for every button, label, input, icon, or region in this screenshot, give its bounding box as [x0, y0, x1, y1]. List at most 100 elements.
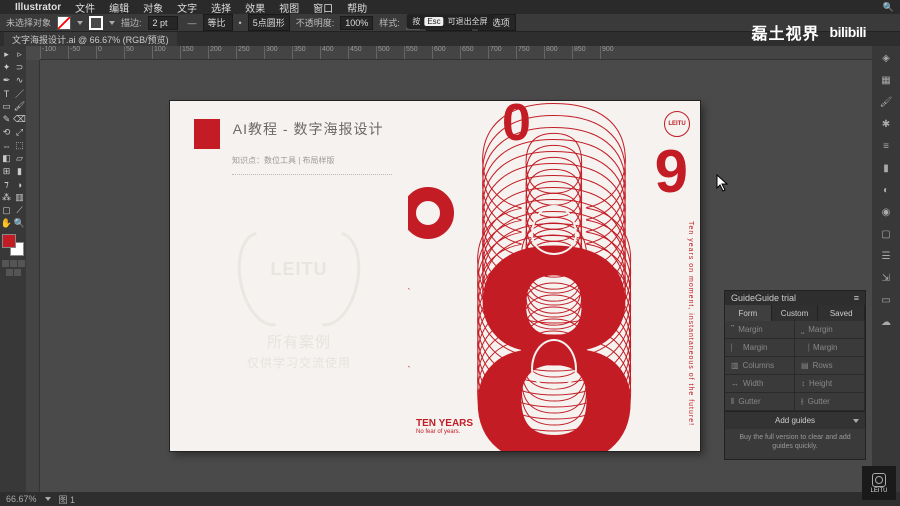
graphic-styles-panel-icon[interactable]: ▢	[878, 226, 894, 242]
height-field[interactable]: ↕Height	[795, 375, 865, 393]
add-guides-button[interactable]: Add guides	[725, 411, 865, 429]
stroke-panel-icon[interactable]: ≡	[878, 138, 894, 154]
margin-right-field[interactable]: ⎹Margin	[795, 339, 865, 357]
eyedropper-tool[interactable]: ⁊	[0, 178, 13, 191]
blend-tool[interactable]: ◑	[13, 178, 26, 191]
rotate-tool[interactable]: ⟲	[0, 126, 13, 139]
artboard-tool[interactable]: ▢	[0, 204, 13, 217]
magic-wand-tool[interactable]: ✦	[0, 61, 13, 74]
symbols-panel-icon[interactable]: ✱	[878, 116, 894, 132]
selection-tool[interactable]: ▸	[0, 48, 13, 61]
graph-tool[interactable]: ▥	[13, 191, 26, 204]
color-panel-icon[interactable]: ◈	[878, 50, 894, 66]
curvature-tool[interactable]: ∿	[13, 74, 26, 87]
ruler-mark: 150	[180, 46, 208, 59]
vertical-ruler[interactable]	[26, 60, 40, 492]
width-field[interactable]: ↔Width	[725, 375, 795, 393]
appearance-panel-icon[interactable]: ◉	[878, 204, 894, 220]
fill-well[interactable]	[2, 234, 16, 248]
columns-field[interactable]: ▥Columns	[725, 357, 795, 375]
horizontal-ruler[interactable]: -100 -50 0 50 100 150 200 250 300 350 40…	[40, 46, 872, 60]
swatches-panel-icon[interactable]: ▦	[878, 72, 894, 88]
panel-header[interactable]: GuideGuide trial ≡	[725, 291, 865, 305]
gutter-h-field[interactable]: ⫴Gutter	[725, 393, 795, 411]
no-selection-label: 未选择对象	[6, 16, 51, 29]
zoom-level[interactable]: 66.67%	[6, 494, 37, 504]
paintbrush-tool[interactable]: 🖌	[13, 100, 26, 113]
stroke-weight-field[interactable]: 2 pt	[148, 16, 178, 30]
opacity-field[interactable]: 100%	[340, 16, 373, 30]
menu-file[interactable]: 文件	[70, 0, 100, 15]
tab-custom[interactable]: Custom	[772, 305, 819, 321]
menu-window[interactable]: 窗口	[308, 0, 338, 15]
gradient-tool[interactable]: ▮	[13, 165, 26, 178]
brush-profile-field[interactable]: 5点圆形	[248, 14, 290, 31]
menu-help[interactable]: 帮助	[342, 0, 372, 15]
margin-left-field[interactable]: ⎸Margin	[725, 339, 795, 357]
menu-type[interactable]: 文字	[172, 0, 202, 15]
type-tool[interactable]: T	[0, 87, 13, 100]
artboards-panel-icon[interactable]: ▭	[878, 292, 894, 308]
zoom-tool[interactable]: 🔍	[13, 217, 26, 230]
layer-indicator[interactable]: 图 1	[59, 493, 76, 506]
chevron-down-icon[interactable]	[45, 497, 51, 501]
esc-key-icon: Esc	[424, 17, 443, 26]
ruler-mark: 600	[432, 46, 460, 59]
menu-object[interactable]: 对象	[138, 0, 168, 15]
uniform-field[interactable]: 等比	[203, 14, 233, 31]
draw-modes[interactable]	[2, 260, 25, 267]
mesh-tool[interactable]: ⊞	[0, 165, 13, 178]
ruler-mark: 750	[516, 46, 544, 59]
rectangle-tool[interactable]: ▭	[0, 100, 13, 113]
watermark-brand: LEITU	[239, 259, 359, 280]
chevron-down-icon[interactable]	[77, 21, 83, 25]
document-tab[interactable]: 文字海报设计.ai @ 66.67% (RGB/预览)	[4, 32, 177, 46]
perspective-tool[interactable]: ▱	[13, 152, 26, 165]
ruler-mark: 650	[460, 46, 488, 59]
brushes-panel-icon[interactable]: 🖌	[878, 94, 894, 110]
transparency-panel-icon[interactable]: ◐	[878, 182, 894, 198]
menu-select[interactable]: 选择	[206, 0, 236, 15]
margin-top-field[interactable]: ⎴Margin	[725, 321, 795, 339]
menu-effect[interactable]: 效果	[240, 0, 270, 15]
chevron-down-icon[interactable]	[109, 21, 115, 25]
margin-bottom-field[interactable]: ⎵Margin	[795, 321, 865, 339]
shaper-tool[interactable]: ✎	[0, 113, 13, 126]
guideguide-panel[interactable]: GuideGuide trial ≡ Form Custom Saved ⎴Ma…	[724, 290, 866, 460]
app-name-menu[interactable]: Illustrator	[10, 2, 66, 13]
fill-stroke-wells[interactable]	[2, 234, 24, 256]
width-tool[interactable]: ⇔	[0, 139, 13, 152]
chevron-down-icon[interactable]	[853, 419, 859, 423]
pen-tool[interactable]: ✒	[0, 74, 13, 87]
fill-swatch[interactable]	[57, 16, 71, 30]
tab-saved[interactable]: Saved	[818, 305, 865, 321]
hand-tool[interactable]: ✋	[0, 217, 13, 230]
lasso-tool[interactable]: ⊃	[13, 61, 26, 74]
search-icon[interactable]: 🔍	[883, 2, 894, 13]
shape-builder-tool[interactable]: ◧	[0, 152, 13, 165]
rows-field[interactable]: ▤Rows	[795, 357, 865, 375]
scale-tool[interactable]: ⤢	[13, 126, 26, 139]
stroke-swatch[interactable]	[89, 16, 103, 30]
free-transform-tool[interactable]: ⬚	[13, 139, 26, 152]
panel-menu-icon[interactable]: ≡	[854, 293, 859, 303]
screen-modes[interactable]	[6, 269, 21, 276]
layers-panel-icon[interactable]: ☰	[878, 248, 894, 264]
line-tool[interactable]: ／	[13, 87, 26, 100]
gradient-panel-icon[interactable]: ▮	[878, 160, 894, 176]
stroke-label: 描边:	[121, 16, 142, 29]
gutter-v-field[interactable]: ⫲Gutter	[795, 393, 865, 411]
symbol-sprayer-tool[interactable]: ⁂	[0, 191, 13, 204]
tab-form[interactable]: Form	[725, 305, 772, 321]
digit-zero: 0	[502, 101, 531, 153]
slice-tool[interactable]: ⟋	[13, 204, 26, 217]
eraser-tool[interactable]: ⌫	[13, 113, 26, 126]
corner-stamp: LEITU	[664, 111, 690, 137]
menu-edit[interactable]: 编辑	[104, 0, 134, 15]
direct-selection-tool[interactable]: ▹	[13, 48, 26, 61]
libraries-panel-icon[interactable]: ☁	[878, 314, 894, 330]
asset-export-panel-icon[interactable]: ⇲	[878, 270, 894, 286]
background-watermark: LEITU 所有案例 仅供学习交流使用	[210, 231, 388, 371]
ruler-mark: 250	[236, 46, 264, 59]
menu-view[interactable]: 视图	[274, 0, 304, 15]
